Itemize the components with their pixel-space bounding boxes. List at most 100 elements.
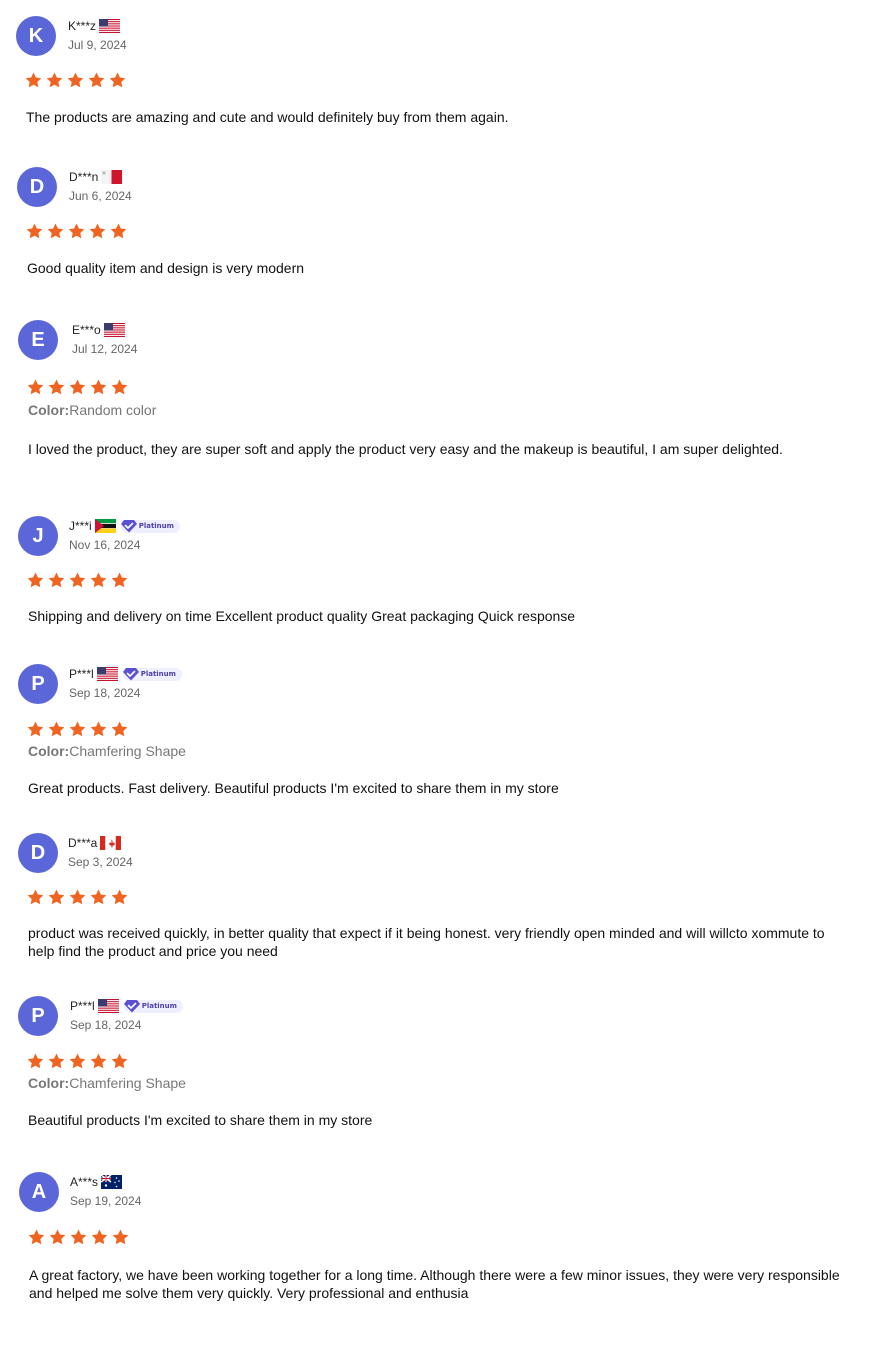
star-icon bbox=[27, 889, 44, 905]
reviewer-name: E***o bbox=[72, 323, 101, 337]
reviewer-meta: D***n Jun 6, 2024 bbox=[69, 168, 132, 203]
reviewer-name-row: D***n bbox=[69, 168, 132, 186]
reviewer-name-row: K***z bbox=[68, 17, 127, 35]
country-flag-icon bbox=[98, 999, 119, 1013]
platinum-badge: Platinum bbox=[122, 667, 182, 681]
reviewer-meta: A***s Sep 19, 2024 bbox=[70, 1173, 141, 1208]
review-date: Jul 12, 2024 bbox=[72, 342, 138, 356]
variant-info: Color:Random color bbox=[28, 402, 156, 418]
variant-value: Random color bbox=[69, 402, 157, 418]
variant-label: Color: bbox=[28, 402, 70, 418]
star-icon bbox=[48, 721, 65, 737]
avatar: A bbox=[19, 1172, 59, 1212]
star-rating bbox=[27, 1053, 128, 1069]
star-icon bbox=[112, 1229, 129, 1245]
star-icon bbox=[68, 223, 85, 239]
star-icon bbox=[27, 1053, 44, 1069]
star-icon bbox=[111, 1053, 128, 1069]
star-icon bbox=[111, 379, 128, 395]
country-flag-icon bbox=[101, 1175, 122, 1189]
review-date: Nov 16, 2024 bbox=[69, 538, 141, 552]
review-comment: Shipping and delivery on time Excellent … bbox=[28, 608, 576, 624]
reviewer-meta: P***l Platinum Sep 18, 2024 bbox=[69, 665, 182, 700]
reviewer-meta: J***i Platinum Nov 16, 2024 bbox=[69, 517, 180, 552]
reviewer-name-row: A***s bbox=[70, 1173, 141, 1191]
star-rating bbox=[28, 1229, 129, 1245]
reviewer-name-row: D***a bbox=[68, 834, 133, 852]
star-icon bbox=[90, 889, 107, 905]
variant-label: Color: bbox=[28, 743, 70, 759]
variant-value: Chamfering Shape bbox=[69, 1075, 186, 1091]
variant-info: Color:Chamfering Shape bbox=[28, 743, 186, 759]
review-date: Sep 18, 2024 bbox=[70, 1018, 142, 1032]
reviewer-name: P***l bbox=[69, 667, 94, 681]
star-icon bbox=[90, 1053, 107, 1069]
country-flag-icon bbox=[99, 19, 120, 33]
star-icon bbox=[69, 889, 86, 905]
star-icon bbox=[109, 72, 126, 88]
country-flag-icon bbox=[97, 667, 118, 681]
star-icon bbox=[88, 72, 105, 88]
star-icon bbox=[26, 223, 43, 239]
review-comment: The products are amazing and cute and wo… bbox=[26, 109, 509, 125]
star-icon bbox=[27, 572, 44, 588]
star-icon bbox=[89, 223, 106, 239]
star-icon bbox=[49, 1229, 66, 1245]
reviewer-name: J***i bbox=[69, 519, 92, 533]
star-icon bbox=[67, 72, 84, 88]
reviewer-meta: P***l Platinum Sep 18, 2024 bbox=[70, 997, 183, 1032]
reviewer-meta: K***z Jul 9, 2024 bbox=[68, 17, 127, 52]
diamond-check-icon bbox=[121, 519, 137, 533]
avatar: K bbox=[16, 16, 56, 56]
star-icon bbox=[48, 1053, 65, 1069]
star-icon bbox=[111, 721, 128, 737]
review-comment: product was received quickly, in better … bbox=[28, 925, 825, 959]
country-flag-icon bbox=[101, 170, 122, 184]
variant-label: Color: bbox=[28, 1075, 70, 1091]
star-icon bbox=[69, 572, 86, 588]
avatar: D bbox=[18, 833, 58, 873]
star-icon bbox=[48, 379, 65, 395]
reviewer-name-row: P***l Platinum bbox=[69, 665, 182, 683]
reviewer-name-row: J***i Platinum bbox=[69, 517, 180, 535]
reviewer-name: P***l bbox=[70, 999, 95, 1013]
reviewer-name: K***z bbox=[68, 19, 97, 33]
star-icon bbox=[48, 572, 65, 588]
review-comment: Good quality item and design is very mod… bbox=[27, 260, 305, 276]
star-icon bbox=[27, 379, 44, 395]
star-rating bbox=[26, 223, 127, 239]
reviewer-name: A***s bbox=[70, 1175, 99, 1189]
star-icon bbox=[69, 1053, 86, 1069]
country-flag-icon bbox=[104, 323, 125, 337]
star-icon bbox=[111, 572, 128, 588]
star-icon bbox=[27, 721, 44, 737]
star-rating bbox=[27, 889, 128, 905]
star-rating bbox=[27, 379, 128, 395]
review-date: Jun 6, 2024 bbox=[69, 189, 132, 203]
review-date: Sep 18, 2024 bbox=[69, 686, 141, 700]
review-date: Jul 9, 2024 bbox=[68, 38, 127, 52]
badge-label: Platinum bbox=[141, 1002, 177, 1010]
variant-info: Color:Chamfering Shape bbox=[28, 1075, 186, 1091]
country-flag-icon bbox=[95, 519, 116, 533]
review-date: Sep 3, 2024 bbox=[68, 855, 133, 869]
review-comment: A great factory, we have been working to… bbox=[29, 1267, 840, 1301]
country-flag-icon bbox=[100, 836, 121, 850]
reviewer-name-row: P***l Platinum bbox=[70, 997, 183, 1015]
review-comment: I loved the product, they are super soft… bbox=[28, 441, 783, 457]
star-rating bbox=[27, 721, 128, 737]
star-rating bbox=[27, 572, 128, 588]
star-icon bbox=[69, 379, 86, 395]
avatar: J bbox=[18, 516, 58, 556]
badge-label: Platinum bbox=[138, 522, 174, 530]
star-icon bbox=[46, 72, 63, 88]
star-icon bbox=[70, 1229, 87, 1245]
star-icon bbox=[110, 223, 127, 239]
badge-label: Platinum bbox=[140, 670, 176, 678]
reviewer-meta: E***o Jul 12, 2024 bbox=[72, 321, 137, 356]
reviewer-meta: D***a Sep 3, 2024 bbox=[68, 834, 133, 869]
platinum-badge: Platinum bbox=[120, 519, 180, 533]
star-icon bbox=[69, 721, 86, 737]
star-icon bbox=[90, 572, 107, 588]
diamond-check-icon bbox=[123, 667, 139, 681]
